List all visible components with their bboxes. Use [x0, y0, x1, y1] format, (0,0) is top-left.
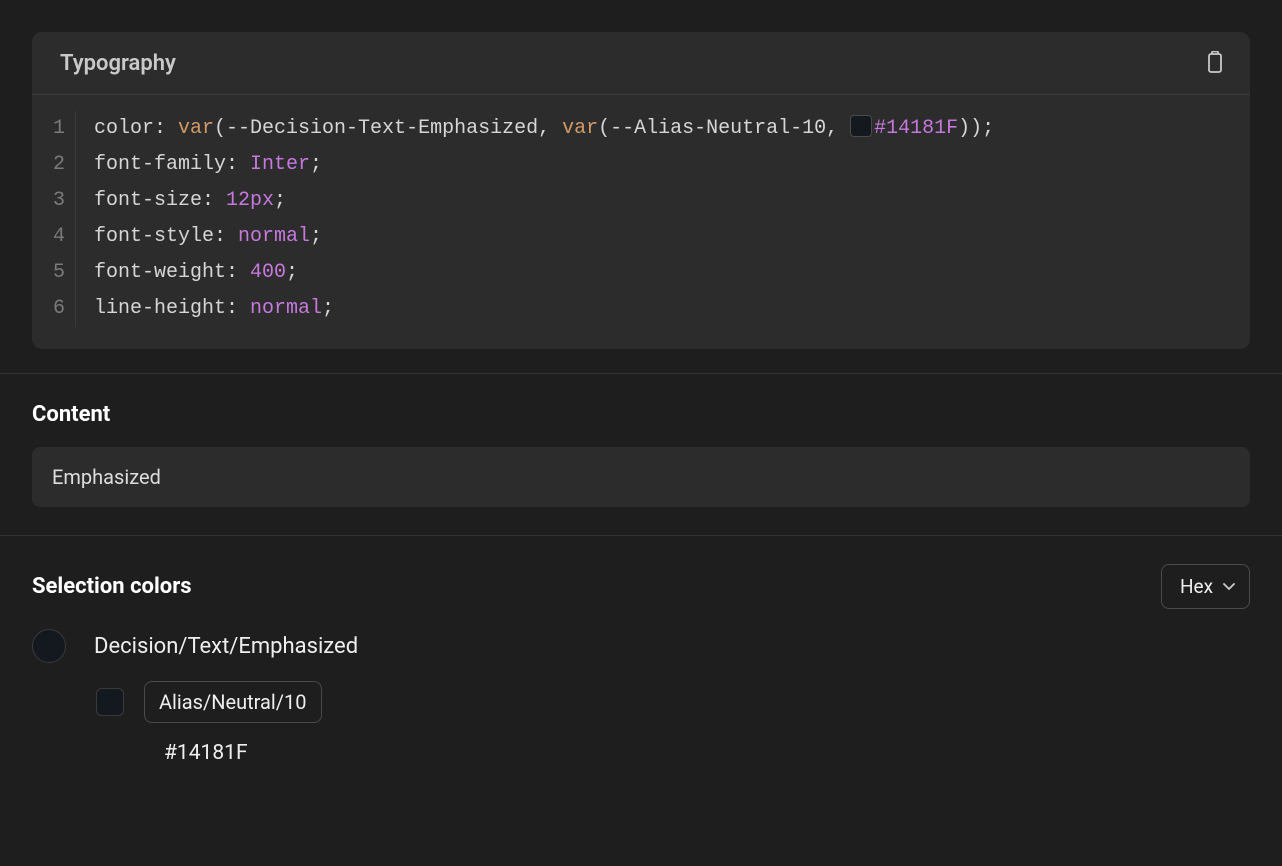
- alias-label: Alias/Neutral/10: [159, 690, 307, 714]
- code-header-title: Typography: [60, 51, 176, 76]
- code-line: font-family: Inter;: [94, 147, 1250, 183]
- content-section-header: Content: [32, 402, 1250, 427]
- code-line: font-style: normal;: [94, 219, 1250, 255]
- line-number: 5: [32, 255, 65, 291]
- line-number-gutter: 123456: [32, 111, 76, 327]
- content-section: Content Emphasized: [0, 373, 1282, 535]
- color-hex-row: #14181F: [32, 741, 1250, 765]
- line-number: 2: [32, 147, 65, 183]
- color-format-value: Hex: [1180, 575, 1213, 598]
- code-line: font-weight: 400;: [94, 255, 1250, 291]
- inspector-panel: Typography 123456 color: var(--Decision-…: [0, 32, 1282, 793]
- code-line: line-height: normal;: [94, 291, 1250, 327]
- typography-code-panel: Typography 123456 color: var(--Decision-…: [32, 32, 1250, 349]
- color-row-alias[interactable]: Alias/Neutral/10: [32, 681, 1250, 723]
- content-value-box[interactable]: Emphasized: [32, 447, 1250, 507]
- color-format-select[interactable]: Hex: [1161, 564, 1250, 609]
- code-body: 123456 color: var(--Decision-Text-Emphas…: [32, 95, 1250, 349]
- code-content[interactable]: color: var(--Decision-Text-Emphasized, v…: [76, 111, 1250, 327]
- alias-chip[interactable]: Alias/Neutral/10: [144, 681, 322, 723]
- color-swatch: [32, 629, 66, 663]
- line-number: 6: [32, 291, 65, 327]
- color-list: Decision/Text/Emphasized Alias/Neutral/1…: [32, 629, 1250, 765]
- line-number: 3: [32, 183, 65, 219]
- copy-icon[interactable]: [1204, 50, 1226, 76]
- content-section-title: Content: [32, 402, 110, 427]
- color-swatch-inline: [850, 115, 872, 137]
- selection-colors-section: Selection colors Hex Decision/Text/Empha…: [0, 535, 1282, 793]
- selection-colors-title: Selection colors: [32, 574, 192, 599]
- line-number: 4: [32, 219, 65, 255]
- selection-colors-header: Selection colors Hex: [32, 564, 1250, 609]
- color-swatch: [96, 688, 124, 716]
- code-line: font-size: 12px;: [94, 183, 1250, 219]
- color-label: Decision/Text/Emphasized: [94, 634, 358, 659]
- color-hex-value: #14181F: [164, 741, 248, 765]
- chevron-down-icon: [1223, 581, 1235, 593]
- content-value: Emphasized: [52, 465, 161, 489]
- code-line: color: var(--Decision-Text-Emphasized, v…: [94, 111, 1250, 147]
- code-header: Typography: [32, 32, 1250, 95]
- color-row-primary[interactable]: Decision/Text/Emphasized: [32, 629, 1250, 663]
- line-number: 1: [32, 111, 65, 147]
